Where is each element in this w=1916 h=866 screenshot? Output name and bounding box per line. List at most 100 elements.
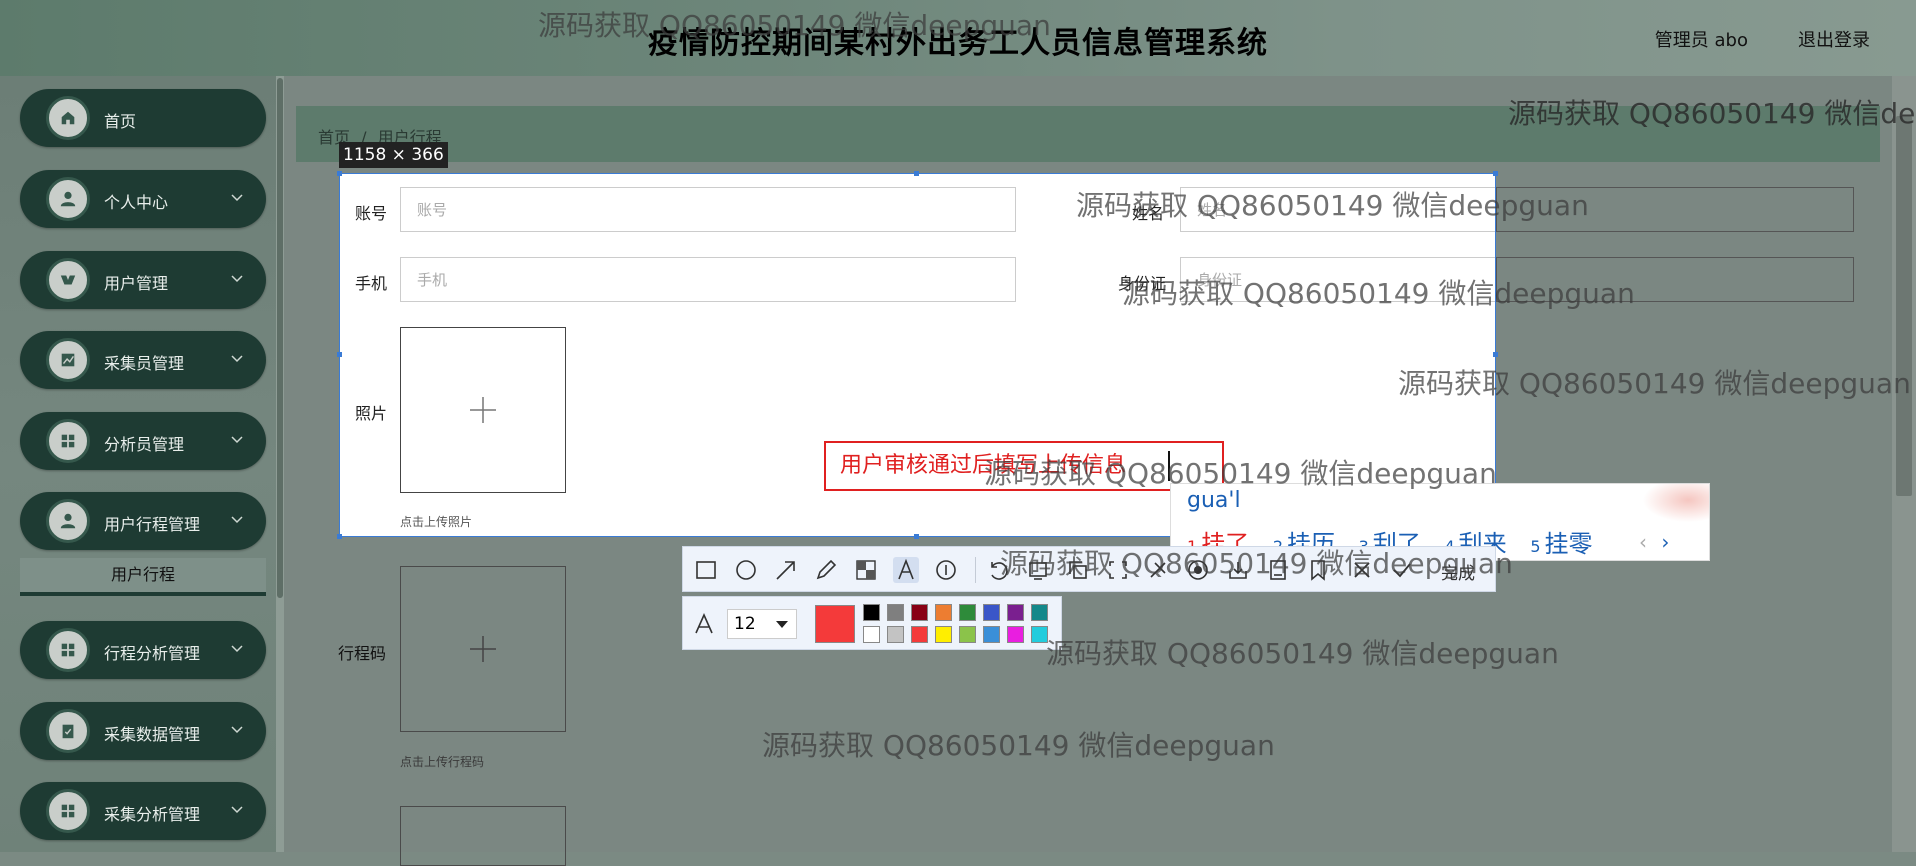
color-swatch[interactable] bbox=[863, 604, 880, 621]
plus-icon bbox=[470, 397, 496, 423]
color-swatch[interactable] bbox=[911, 604, 928, 621]
ime-composition: gua'l bbox=[1187, 488, 1241, 513]
sidebar-item-user-management[interactable]: 用户管理 bbox=[20, 251, 266, 309]
sidebar-item-home[interactable]: 首页 bbox=[20, 89, 266, 147]
color-swatch[interactable] bbox=[1007, 604, 1024, 621]
sidebar-subitem-label: 用户行程 bbox=[110, 565, 175, 584]
color-swatch[interactable] bbox=[887, 604, 904, 621]
download-icon[interactable] bbox=[1225, 557, 1251, 583]
sidebar-item-collection-analysis-management[interactable]: 采集分析管理 bbox=[20, 782, 266, 840]
color-swatch[interactable] bbox=[983, 604, 1000, 621]
save-icon[interactable] bbox=[1265, 557, 1291, 583]
sidebar-item-label: 个人中心 bbox=[104, 193, 169, 212]
pen-tool-icon[interactable] bbox=[813, 557, 839, 583]
selection-handle[interactable] bbox=[1493, 352, 1498, 357]
grid-icon bbox=[46, 789, 90, 833]
trip-code-label: 行程码 bbox=[338, 644, 387, 663]
chart-icon bbox=[46, 338, 90, 382]
long-screenshot-icon[interactable] bbox=[1105, 557, 1131, 583]
person-icon bbox=[46, 177, 90, 221]
photo-upload[interactable] bbox=[400, 327, 566, 493]
selection-handle[interactable] bbox=[914, 534, 919, 539]
app-header: 疫情防控期间某村外出务工人员信息管理系统 管理员 abo 退出登录 bbox=[0, 0, 1916, 76]
sidebar-scrollbar[interactable] bbox=[276, 76, 284, 852]
sidebar-item-label: 采集数据管理 bbox=[104, 725, 201, 744]
color-swatch[interactable] bbox=[935, 604, 952, 621]
sidebar-item-collected-data-management[interactable]: 采集数据管理 bbox=[20, 702, 266, 760]
selection-handle[interactable] bbox=[337, 171, 342, 176]
id-input[interactable]: 身份证 bbox=[1180, 257, 1495, 302]
chevron-down-icon bbox=[231, 436, 243, 444]
chevron-down-icon bbox=[231, 355, 243, 363]
color-swatch[interactable] bbox=[863, 626, 880, 643]
check-icon[interactable] bbox=[1389, 557, 1415, 583]
copy-icon[interactable] bbox=[1065, 557, 1091, 583]
record-icon[interactable] bbox=[1185, 557, 1211, 583]
done-button[interactable]: 完成 bbox=[1441, 559, 1475, 584]
ime-prev-page[interactable]: ‹ bbox=[1639, 530, 1647, 554]
sidebar-item-trip-analysis-management[interactable]: 行程分析管理 bbox=[20, 621, 266, 679]
sidebar-item-collector-management[interactable]: 采集员管理 bbox=[20, 331, 266, 389]
ime-candidate[interactable]: 5 挂零 bbox=[1530, 524, 1592, 559]
annotation-text-box[interactable]: 用户审核通过后填写上传信息 bbox=[824, 441, 1224, 491]
mosaic-tool-icon[interactable] bbox=[853, 557, 879, 583]
current-user: 管理员 abo bbox=[1654, 30, 1748, 51]
users-icon bbox=[46, 258, 90, 302]
breadcrumb: 首页 / 用户行程 bbox=[296, 106, 1880, 162]
color-swatch[interactable] bbox=[1007, 626, 1024, 643]
phone-input[interactable]: 手机 bbox=[400, 257, 1016, 302]
sidebar-item-analyst-management[interactable]: 分析员管理 bbox=[20, 412, 266, 470]
photo-label: 照片 bbox=[355, 404, 388, 423]
sidebar-item-user-trip-management[interactable]: 用户行程管理 bbox=[20, 492, 266, 550]
font-size-select[interactable]: 12 bbox=[727, 609, 797, 639]
selection-handle[interactable] bbox=[914, 171, 919, 176]
photo-hint: 点击上传照片 bbox=[400, 515, 473, 529]
next-upload[interactable] bbox=[400, 806, 566, 866]
sidebar-subitem-user-trip[interactable]: 用户行程 bbox=[20, 558, 266, 596]
trip-code-upload[interactable] bbox=[400, 566, 566, 732]
sidebar-item-personal-center[interactable]: 个人中心 bbox=[20, 170, 266, 228]
id-field-outside[interactable] bbox=[1496, 257, 1854, 302]
ellipse-tool-icon[interactable] bbox=[733, 557, 759, 583]
color-swatch[interactable] bbox=[1031, 626, 1048, 643]
arrow-tool-icon[interactable] bbox=[773, 557, 799, 583]
undo-icon[interactable] bbox=[985, 557, 1011, 583]
color-swatch[interactable] bbox=[935, 626, 952, 643]
chevron-down-icon bbox=[231, 194, 243, 202]
selection-handle[interactable] bbox=[1493, 171, 1498, 176]
account-label: 账号 bbox=[355, 204, 388, 223]
screenshot-toolbar: 完成 bbox=[682, 546, 1496, 592]
chevron-down-icon bbox=[231, 275, 243, 283]
color-swatch[interactable] bbox=[911, 626, 928, 643]
bookmark-icon[interactable] bbox=[1305, 557, 1331, 583]
grid-icon bbox=[46, 419, 90, 463]
color-swatch[interactable] bbox=[983, 626, 1000, 643]
color-swatch[interactable] bbox=[959, 604, 976, 621]
ime-next-page[interactable]: › bbox=[1661, 530, 1669, 554]
selection-handle[interactable] bbox=[337, 352, 342, 357]
name-field-outside[interactable] bbox=[1496, 187, 1854, 232]
close-icon[interactable] bbox=[1349, 557, 1375, 583]
chevron-down-icon bbox=[231, 726, 243, 734]
number-marker-icon[interactable] bbox=[933, 557, 959, 583]
plus-icon bbox=[470, 636, 496, 662]
current-color-swatch[interactable] bbox=[815, 605, 855, 643]
text-tool-icon[interactable] bbox=[893, 557, 919, 583]
color-swatch[interactable] bbox=[959, 626, 976, 643]
name-input[interactable]: 姓名 bbox=[1180, 187, 1495, 232]
page-scrollbar[interactable] bbox=[1892, 76, 1916, 852]
rectangle-tool-icon[interactable] bbox=[693, 557, 719, 583]
sidebar-item-label: 行程分析管理 bbox=[104, 644, 201, 663]
sidebar-item-label: 用户行程管理 bbox=[104, 515, 201, 534]
candidate-number: 5 bbox=[1530, 537, 1541, 556]
font-size-value: 12 bbox=[734, 614, 756, 634]
logout-link[interactable]: 退出登录 bbox=[1798, 26, 1870, 52]
account-input[interactable]: 账号 bbox=[400, 187, 1016, 232]
color-swatch[interactable] bbox=[1031, 604, 1048, 621]
selection-handle[interactable] bbox=[337, 534, 342, 539]
id-label: 身份证 bbox=[1118, 274, 1167, 293]
chevron-down-icon bbox=[231, 645, 243, 653]
color-swatch[interactable] bbox=[887, 626, 904, 643]
pin-icon[interactable] bbox=[1025, 557, 1051, 583]
translate-icon[interactable] bbox=[1145, 557, 1171, 583]
